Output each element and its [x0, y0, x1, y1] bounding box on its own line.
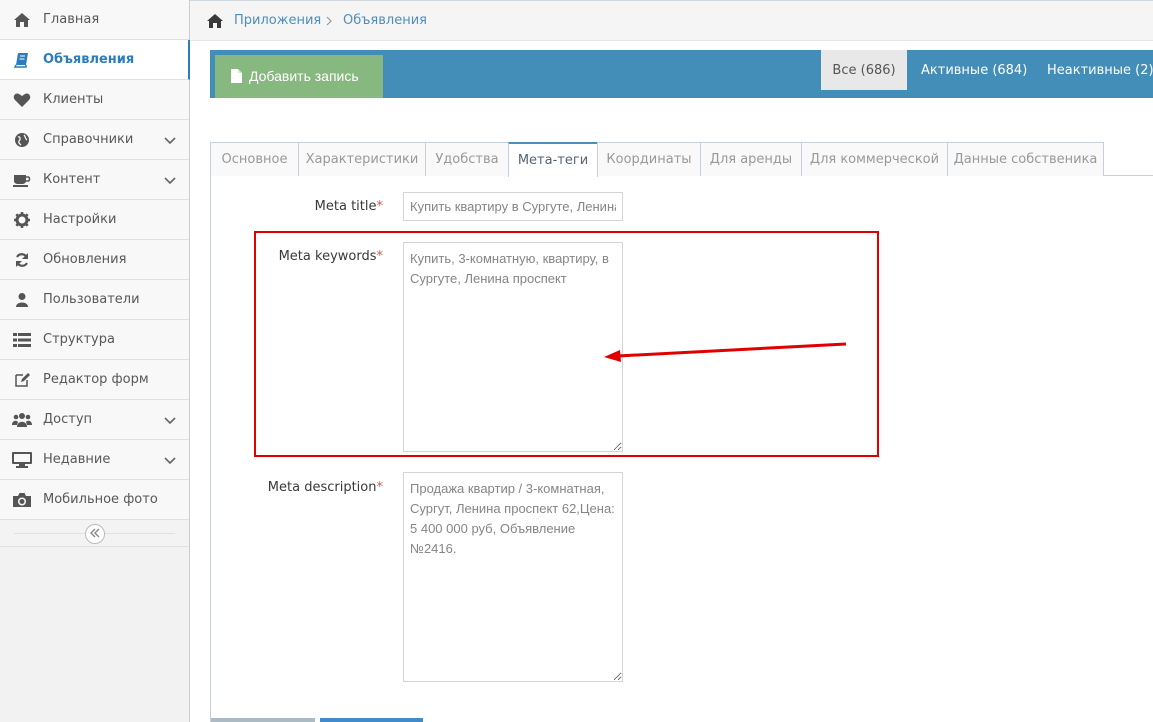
filter-inactive[interactable]: Неактивные (2): [1047, 50, 1153, 90]
sidebar-item-label: Настройки: [43, 212, 117, 227]
bottom-button-left[interactable]: [211, 718, 315, 722]
tab-coordinates[interactable]: Координаты: [597, 142, 701, 176]
meta-keywords-label-text: Meta keywords: [278, 249, 377, 264]
sidebar-item-label: Пользователи: [43, 292, 140, 307]
breadcrumb-link-apps[interactable]: Приложения: [234, 13, 321, 28]
edit-icon: [12, 371, 32, 389]
add-record-label: Добавить запись: [249, 68, 359, 84]
sidebar-item-listings[interactable]: Объявления: [0, 40, 190, 80]
sidebar-item-form-editor[interactable]: Редактор форм: [0, 360, 189, 400]
sidebar-item-access[interactable]: Доступ: [0, 400, 189, 440]
meta-title-label: Meta title*: [230, 199, 383, 214]
breadcrumb: Приложения Объявления: [190, 0, 1153, 41]
sidebar-item-mobile-photo[interactable]: Мобильное фото: [0, 480, 189, 520]
sidebar-item-recent[interactable]: Недавние: [0, 440, 189, 480]
camera-icon: [12, 491, 32, 509]
sidebar-item-directories[interactable]: Справочники: [0, 120, 189, 160]
sidebar-item-label: Недавние: [43, 452, 111, 467]
sidebar-item-home[interactable]: Главная: [0, 0, 189, 40]
filter-active[interactable]: Активные (684): [921, 50, 1027, 90]
meta-keywords-textarea[interactable]: Купить, 3-комнатную, квартиру, в Сургуте…: [403, 242, 623, 452]
sidebar-item-label: Объявления: [43, 52, 135, 67]
refresh-icon: [12, 251, 32, 269]
filter-all[interactable]: Все (686): [821, 50, 907, 90]
chevron-down-icon: [163, 173, 177, 187]
cog-icon: [12, 211, 32, 229]
book-icon: [12, 51, 32, 69]
chevron-down-icon: [163, 413, 177, 427]
tab-meta-tags[interactable]: Мета-теги: [508, 142, 598, 177]
sidebar-item-label: Справочники: [43, 132, 134, 147]
form-tabs: Основное Характеристики Удобства Мета-те…: [210, 142, 1153, 177]
required-mark: *: [376, 480, 384, 495]
sidebar: Главная Объявления Клиенты Справочники К…: [0, 0, 190, 722]
double-chevron-left-icon: [90, 527, 100, 542]
sidebar-item-label: Структура: [43, 332, 115, 347]
heart-icon: [12, 91, 32, 109]
meta-title-label-text: Meta title: [314, 199, 377, 214]
add-record-button[interactable]: Добавить запись: [215, 55, 383, 98]
required-mark: *: [376, 249, 384, 264]
sidebar-item-label: Главная: [43, 12, 100, 27]
sidebar-item-label: Обновления: [43, 252, 127, 267]
globe-icon: [12, 131, 32, 149]
sidebar-item-label: Доступ: [43, 412, 93, 427]
tab-commercial[interactable]: Для коммерческой: [801, 142, 948, 176]
coffee-icon: [12, 171, 32, 189]
tab-amenities[interactable]: Удобства: [425, 142, 509, 176]
meta-description-textarea[interactable]: Продажа квартир / 3-комнатная, Сургут, Л…: [403, 472, 623, 682]
meta-description-label-text: Meta description: [267, 480, 377, 495]
sidebar-item-label: Редактор форм: [43, 372, 149, 387]
chevron-right-icon: [324, 15, 334, 26]
tab-main[interactable]: Основное: [210, 142, 299, 176]
list-icon: [12, 331, 32, 349]
sidebar-collapse-button[interactable]: [85, 524, 105, 544]
required-mark: *: [376, 199, 384, 214]
bottom-button-right[interactable]: [320, 718, 423, 722]
listing-toolbar: Добавить запись Все (686) Активные (684)…: [210, 50, 1153, 98]
home-icon: [12, 11, 32, 29]
breadcrumb-link-listings[interactable]: Объявления: [343, 13, 427, 28]
sidebar-item-updates[interactable]: Обновления: [0, 240, 189, 280]
chevron-down-icon: [163, 453, 177, 467]
tab-characteristics[interactable]: Характеристики: [298, 142, 426, 176]
meta-description-label: Meta description*: [230, 480, 383, 495]
sidebar-item-content[interactable]: Контент: [0, 160, 189, 200]
sidebar-item-label: Клиенты: [43, 92, 104, 107]
meta-title-input[interactable]: [403, 192, 623, 221]
tab-owner-data[interactable]: Данные собственика: [947, 142, 1104, 176]
chevron-down-icon: [163, 133, 177, 147]
sidebar-item-users[interactable]: Пользователи: [0, 280, 189, 320]
file-icon: [231, 69, 242, 83]
sidebar-item-structure[interactable]: Структура: [0, 320, 189, 360]
desktop-icon: [12, 451, 32, 469]
sidebar-collapse-row: [0, 520, 189, 547]
users-icon: [12, 411, 32, 429]
sidebar-item-label: Контент: [43, 172, 101, 187]
tab-rent[interactable]: Для аренды: [700, 142, 802, 176]
sidebar-item-clients[interactable]: Клиенты: [0, 80, 189, 120]
home-icon[interactable]: [206, 13, 224, 29]
sidebar-item-settings[interactable]: Настройки: [0, 200, 189, 240]
user-icon: [12, 291, 32, 309]
meta-keywords-label: Meta keywords*: [230, 249, 383, 264]
sidebar-item-label: Мобильное фото: [43, 492, 158, 507]
